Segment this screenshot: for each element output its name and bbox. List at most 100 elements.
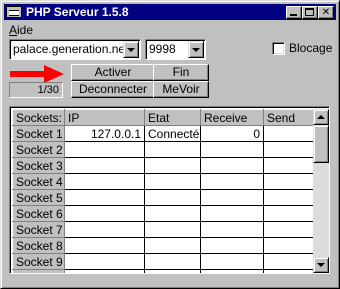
row-header-cell[interactable]: Socket 3 (12, 157, 65, 174)
table-cell[interactable] (144, 237, 201, 254)
host-dropdown-button[interactable] (123, 41, 139, 58)
table-cell[interactable] (263, 253, 313, 270)
port-dropdown-button[interactable] (188, 41, 204, 58)
table-cell[interactable]: 0 (200, 125, 264, 142)
column-header-etat[interactable]: Etat (144, 109, 201, 126)
deconnecter-button[interactable]: Deconnecter (71, 81, 155, 98)
host-select[interactable]: palace.generation.net (9, 39, 141, 60)
table-cell[interactable] (144, 221, 201, 238)
table-cell[interactable] (263, 237, 313, 254)
table-cell[interactable] (64, 189, 145, 206)
counter-value: 1/30 (37, 84, 59, 96)
table-cell[interactable] (263, 125, 313, 142)
close-button[interactable]: ✕ (318, 6, 334, 19)
table-cell[interactable] (64, 173, 145, 190)
maximize-button[interactable] (302, 6, 318, 19)
table-cell[interactable] (64, 141, 145, 158)
row-header-cell[interactable]: Socket 1 (12, 125, 65, 142)
table-cell[interactable] (200, 173, 264, 190)
mevoir-button[interactable]: MeVoir (153, 81, 209, 98)
column-header-receive[interactable]: Receive (200, 109, 264, 126)
table-cell[interactable] (144, 205, 201, 222)
table-cell[interactable] (144, 157, 201, 174)
table-cell[interactable] (263, 221, 313, 238)
sockets-table: Sockets: IP Etat Receive Send Socket 1 12… (12, 109, 313, 273)
grid-viewport: Sockets: IP Etat Receive Send Socket 1 12… (12, 109, 313, 273)
minimize-icon (290, 14, 297, 16)
row-header-cell[interactable]: Socket 4 (12, 173, 65, 190)
activer-button[interactable]: Activer (71, 64, 155, 81)
table-cell[interactable] (64, 205, 145, 222)
row-header-cell[interactable]: Socket 10 (12, 269, 65, 273)
port-value: 9998 (149, 42, 176, 56)
table-cell[interactable] (144, 173, 201, 190)
table-row[interactable]: Socket 9 (12, 253, 313, 270)
table-cell[interactable] (263, 205, 313, 222)
table-row[interactable]: Socket 8 (12, 237, 313, 254)
table-cell[interactable] (200, 237, 264, 254)
table-row[interactable]: Socket 7 (12, 221, 313, 238)
table-cell[interactable] (64, 269, 145, 273)
table-cell[interactable] (144, 189, 201, 206)
table-cell[interactable] (263, 189, 313, 206)
table-cell[interactable] (263, 173, 313, 190)
table-cell[interactable] (64, 253, 145, 270)
table-cell[interactable] (200, 141, 264, 158)
table-cell[interactable] (64, 157, 145, 174)
menu-aide-mnemonic: A (9, 23, 18, 37)
row-header-cell[interactable]: Socket 6 (12, 205, 65, 222)
table-cell[interactable] (200, 189, 264, 206)
table-cell[interactable] (64, 221, 145, 238)
table-row[interactable]: Socket 1 127.0.0.1 Connecté 0 (12, 125, 313, 142)
table-row[interactable]: Socket 4 (12, 173, 313, 190)
table-cell[interactable] (200, 253, 264, 270)
table-cell[interactable] (144, 253, 201, 270)
cassette-icon[interactable] (6, 6, 22, 18)
table-cell[interactable] (64, 237, 145, 254)
connection-counter: 1/30 (9, 82, 63, 98)
table-cell[interactable] (144, 269, 201, 273)
blocage-checkbox[interactable] (272, 42, 285, 55)
header-row: Sockets: IP Etat Receive Send (12, 109, 313, 126)
fin-button[interactable]: Fin (153, 64, 209, 81)
blocage-label[interactable]: Blocage (289, 41, 332, 56)
table-cell[interactable] (200, 157, 264, 174)
table-row[interactable]: Socket 2 (12, 141, 313, 158)
table-cell[interactable] (200, 269, 264, 273)
table-cell[interactable] (263, 157, 313, 174)
vertical-scrollbar[interactable] (313, 109, 329, 273)
table-cell[interactable]: 127.0.0.1 (64, 125, 145, 142)
host-value: palace.generation.net (13, 42, 129, 56)
row-header-cell[interactable]: Socket 7 (12, 221, 65, 238)
table-cell[interactable] (144, 141, 201, 158)
table-cell[interactable] (200, 221, 264, 238)
port-select[interactable]: 9998 (145, 39, 206, 60)
table-row[interactable]: Socket 3 (12, 157, 313, 174)
column-header-sockets[interactable]: Sockets: (12, 109, 65, 126)
row-header-cell[interactable]: Socket 2 (12, 141, 65, 158)
row-header-cell[interactable]: Socket 5 (12, 189, 65, 206)
menu-aide[interactable]: Aide (9, 23, 33, 37)
scroll-thumb[interactable] (313, 125, 329, 163)
menu-aide-label: ide (17, 23, 34, 37)
table-cell[interactable] (263, 141, 313, 158)
row-header-cell[interactable]: Socket 9 (12, 253, 65, 270)
column-header-send[interactable]: Send (263, 109, 313, 126)
column-header-ip[interactable]: IP (64, 109, 145, 126)
window-title: PHP Serveur 1.5.8 (26, 5, 129, 19)
scroll-up-button[interactable] (313, 109, 329, 125)
title-bar[interactable]: PHP Serveur 1.5.8 ✕ (4, 4, 336, 20)
close-icon: ✕ (321, 7, 331, 18)
table-cell[interactable]: Connecté (144, 125, 201, 142)
table-cell[interactable] (263, 269, 313, 273)
row-header-cell[interactable]: Socket 8 (12, 237, 65, 254)
sockets-grid[interactable]: Sockets: IP Etat Receive Send Socket 1 12… (9, 106, 330, 274)
table-cell[interactable] (200, 205, 264, 222)
red-arrow-annotation (10, 65, 64, 83)
scroll-down-button[interactable] (313, 257, 329, 273)
table-row[interactable]: Socket 10 (12, 269, 313, 273)
table-row[interactable]: Socket 6 (12, 205, 313, 222)
table-row[interactable]: Socket 5 (12, 189, 313, 206)
minimize-button[interactable] (286, 6, 302, 19)
maximize-icon (305, 8, 314, 16)
